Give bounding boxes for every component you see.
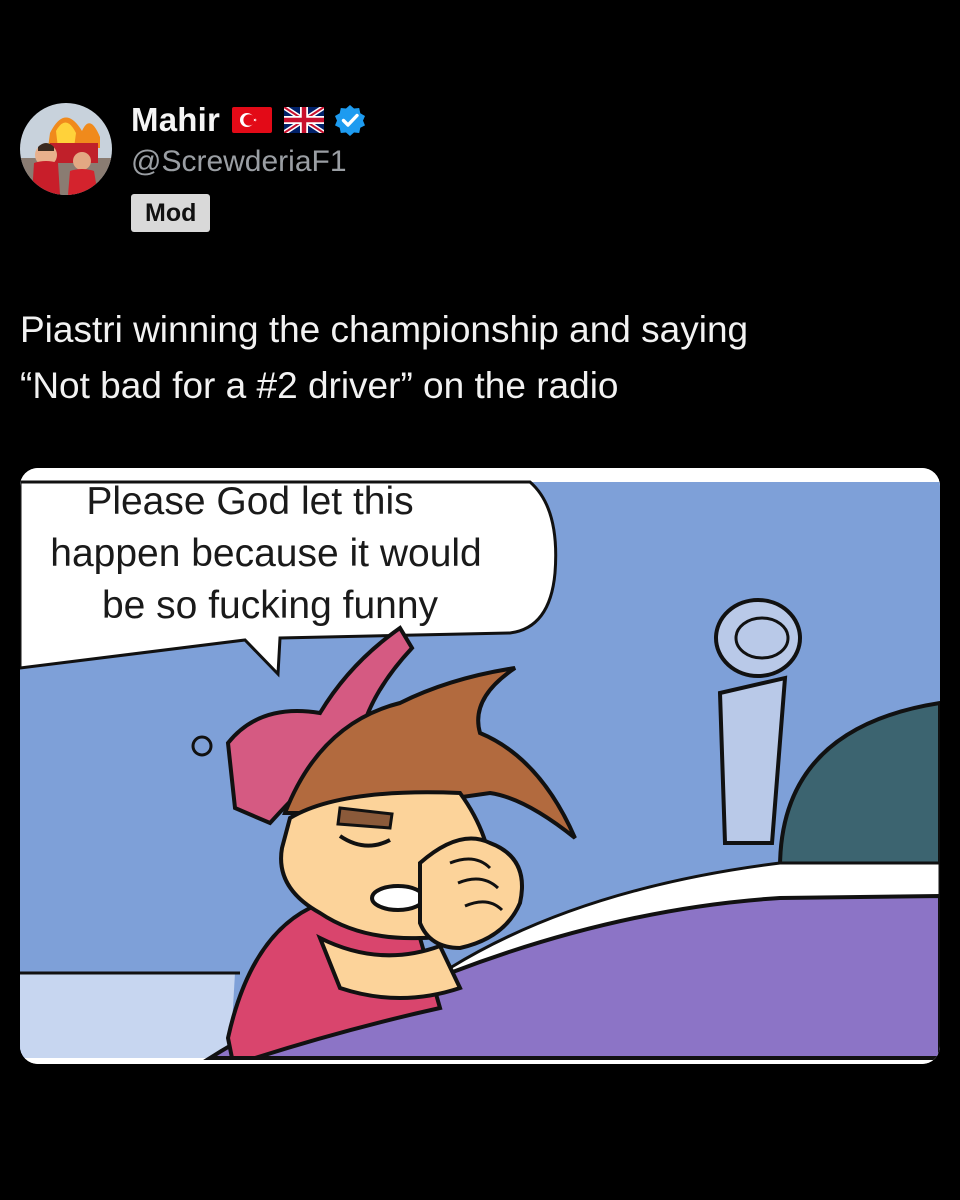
mod-badge: Mod <box>131 194 211 232</box>
speech-line-1: Please God let this <box>86 480 413 523</box>
tweet-post: Mahir @ScrewderiaF1 Mod Piastri winning … <box>0 0 960 1200</box>
name-row: Mahir <box>131 98 366 142</box>
turkey-flag-icon <box>232 107 273 133</box>
display-name[interactable]: Mahir <box>131 101 220 139</box>
meme-image: Please God let this happen because it wo… <box>20 468 940 1064</box>
speech-line-3: be so fucking funny <box>102 584 439 627</box>
handle[interactable]: @ScrewderiaF1 <box>131 144 366 180</box>
uk-flag-icon <box>284 107 325 133</box>
avatar-image <box>20 103 112 195</box>
tweet-text: Piastri winning the championship and say… <box>20 309 749 406</box>
tweet-media[interactable]: Please God let this happen because it wo… <box>20 468 940 1064</box>
speech-line-2: happen because it would <box>50 532 482 575</box>
author-block: Mahir @ScrewderiaF1 Mod <box>131 98 366 232</box>
avatar[interactable] <box>20 103 112 195</box>
verified-badge-icon <box>334 104 366 136</box>
